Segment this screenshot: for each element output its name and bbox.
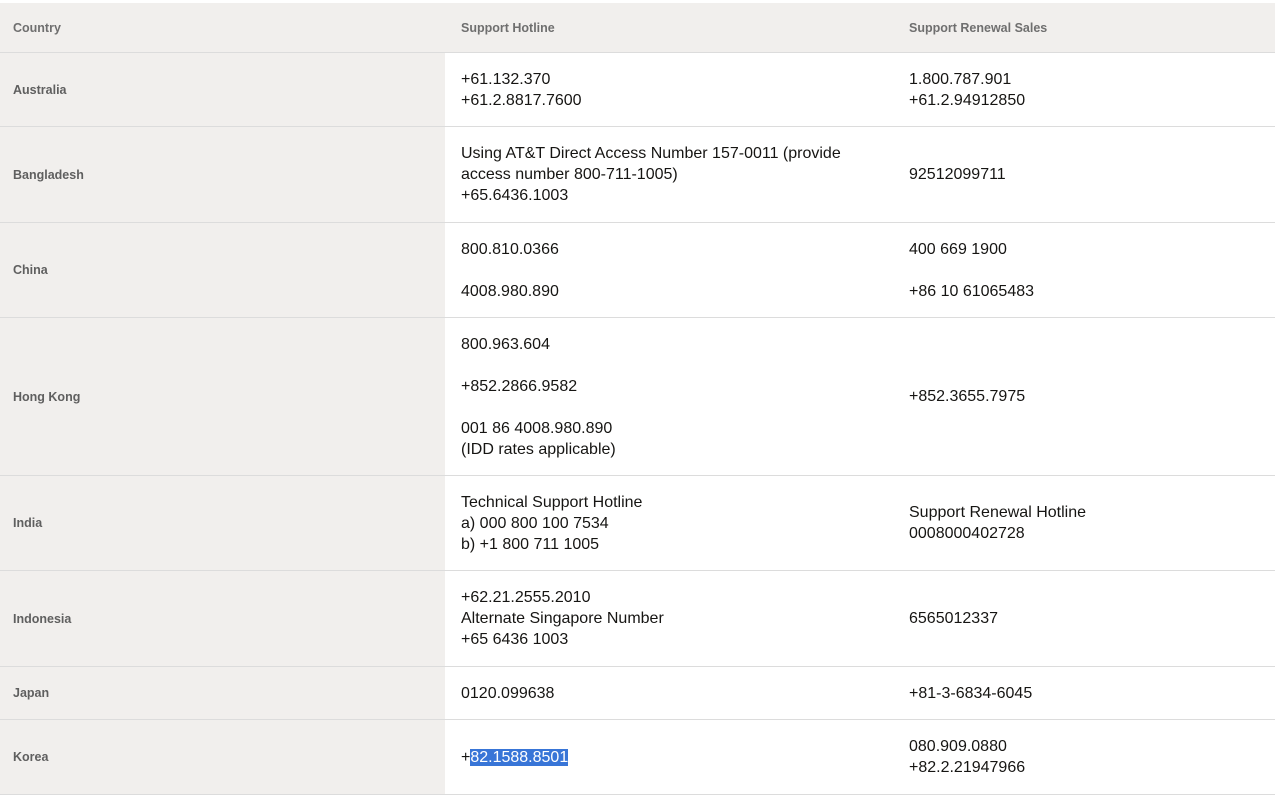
renewal-cell: 92512099711: [893, 127, 1275, 223]
phone-number[interactable]: +61.2.8817.7600: [461, 90, 893, 111]
hotline-text: Support Renewal Hotline: [909, 504, 1086, 521]
hotline-cell: Using AT&T Direct Access Number 157-0011…: [445, 127, 893, 223]
column-header-country: Country: [0, 3, 445, 53]
column-header-support-hotline: Support Hotline: [445, 3, 893, 53]
country-cell: Korea: [0, 720, 445, 795]
renewal-cell: +81-3-6834-6045: [893, 667, 1275, 720]
renewal-cell: 6565012337: [893, 571, 1275, 667]
phone-number[interactable]: +82.1588.8501: [461, 747, 893, 768]
country-cell: China: [0, 223, 445, 318]
phone-number[interactable]: +82.2.21947966: [909, 757, 1275, 778]
hotline-cell: 800.963.604 +852.2866.9582 001 86 4008.9…: [445, 318, 893, 476]
hotline-text: access number 800-711-1005): [461, 166, 678, 183]
phone-number[interactable]: 400 669 1900: [909, 239, 1275, 260]
country-cell: India: [0, 476, 445, 571]
country-cell: Japan: [0, 667, 445, 720]
country-cell: Bangladesh: [0, 127, 445, 223]
phone-number[interactable]: +61.132.370: [461, 69, 893, 90]
phone-number[interactable]: a) 000 800 100 7534: [461, 513, 893, 534]
phone-prefix: +: [461, 748, 471, 766]
phone-number[interactable]: 0008000402728: [909, 523, 1275, 544]
hotline-cell: +82.1588.8501: [445, 720, 893, 795]
phone-number[interactable]: +62.21.2555.2010: [461, 587, 893, 608]
support-contacts-table: Country Support Hotline Support Renewal …: [0, 3, 1275, 795]
hotline-text: Alternate Singapore Number: [461, 610, 664, 627]
phone-number[interactable]: +61.2.94912850: [909, 90, 1275, 111]
hotline-note: (IDD rates applicable): [461, 440, 616, 458]
phone-number[interactable]: +65.6436.1003: [461, 185, 893, 206]
hotline-text: Technical Support Hotline: [461, 493, 643, 511]
column-header-support-renewal-sales: Support Renewal Sales: [893, 3, 1275, 53]
phone-number[interactable]: +852.2866.9582: [461, 376, 893, 397]
renewal-cell: 1.800.787.901 +61.2.94912850: [893, 53, 1275, 127]
phone-number[interactable]: +65 6436 1003: [461, 629, 893, 650]
renewal-cell: +852.3655.7975: [893, 318, 1275, 476]
phone-number[interactable]: +81-3-6834-6045: [909, 683, 1275, 704]
phone-number[interactable]: 001 86 4008.980.890: [461, 418, 893, 439]
phone-number[interactable]: 080.909.0880: [909, 736, 1275, 757]
hotline-cell: +62.21.2555.2010 Alternate Singapore Num…: [445, 571, 893, 667]
country-cell: Australia: [0, 53, 445, 127]
hotline-cell: 800.810.0366 4008.980.890: [445, 223, 893, 318]
renewal-cell: 080.909.0880 +82.2.21947966: [893, 720, 1275, 795]
phone-number[interactable]: 1.800.787.901: [909, 69, 1275, 90]
selected-text-highlight[interactable]: 82.1588.8501: [470, 748, 569, 766]
country-cell: Hong Kong: [0, 318, 445, 476]
phone-number[interactable]: +86 10 61065483: [909, 281, 1275, 302]
phone-number[interactable]: 6565012337: [909, 608, 1275, 629]
hotline-text: Using AT&T Direct Access Number 157-0011…: [461, 145, 841, 162]
hotline-cell: 0120.099638: [445, 667, 893, 720]
phone-number[interactable]: 4008.980.890: [461, 281, 893, 302]
country-cell: Indonesia: [0, 571, 445, 667]
renewal-cell: Support Renewal Hotline 0008000402728: [893, 476, 1275, 571]
phone-number[interactable]: 92512099711: [909, 164, 1275, 185]
phone-number[interactable]: b) +1 800 711 1005: [461, 534, 893, 555]
phone-number[interactable]: 800.963.604: [461, 334, 893, 355]
phone-number[interactable]: 800.810.0366: [461, 239, 893, 260]
phone-number[interactable]: 0120.099638: [461, 683, 893, 704]
hotline-cell: +61.132.370 +61.2.8817.7600: [445, 53, 893, 127]
phone-number[interactable]: +852.3655.7975: [909, 386, 1275, 407]
hotline-cell: Technical Support Hotline a) 000 800 100…: [445, 476, 893, 571]
renewal-cell: 400 669 1900 +86 10 61065483: [893, 223, 1275, 318]
